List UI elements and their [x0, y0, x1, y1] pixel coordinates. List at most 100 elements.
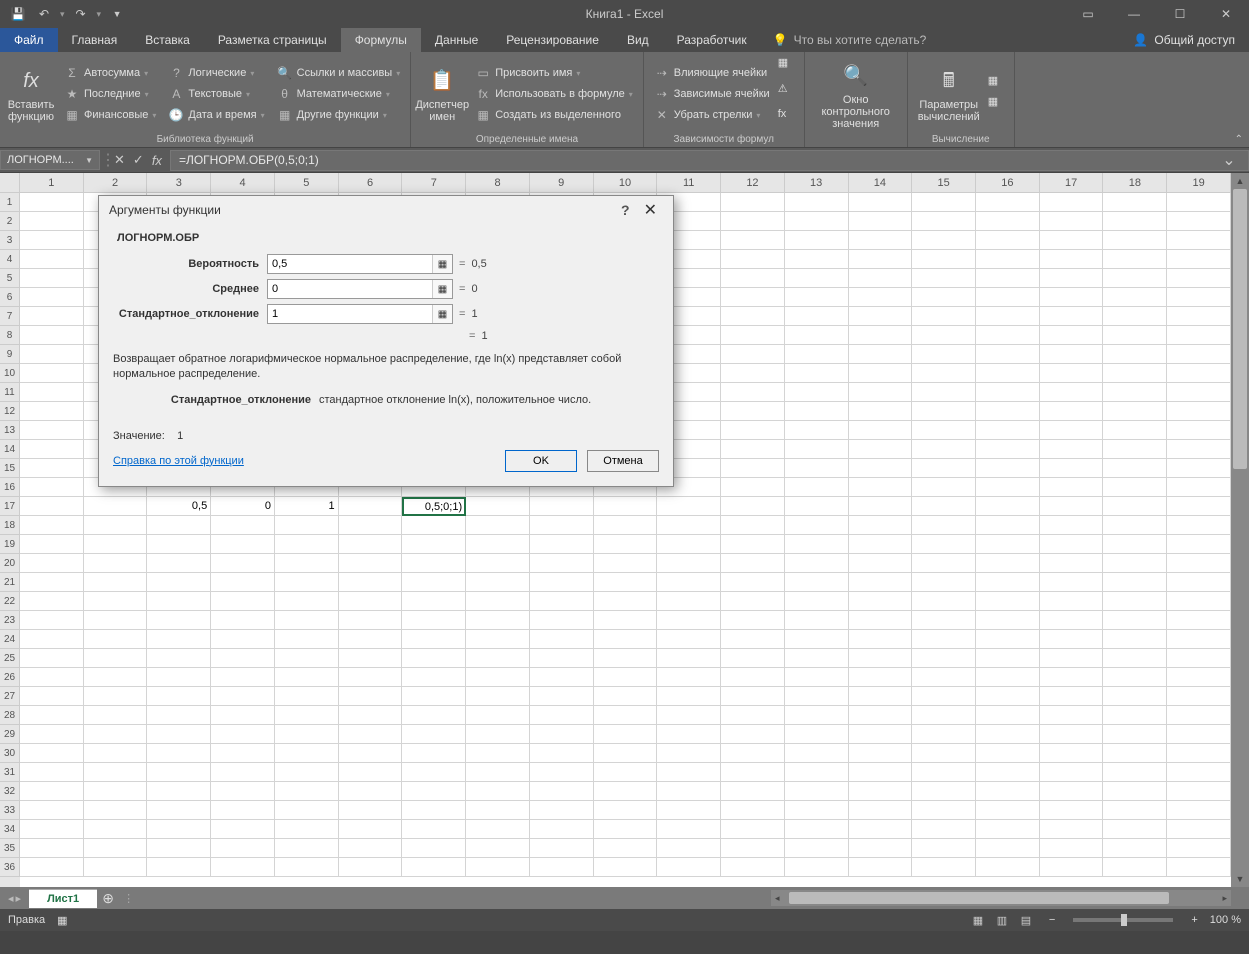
cell[interactable] — [976, 706, 1040, 725]
row-header[interactable]: 18 — [0, 516, 20, 535]
cell[interactable] — [721, 231, 785, 250]
horizontal-scrollbar[interactable]: ◂ ▸ — [771, 890, 1231, 906]
cell[interactable] — [912, 801, 976, 820]
tab-data[interactable]: Данные — [421, 28, 492, 52]
cell[interactable] — [84, 649, 148, 668]
cell[interactable] — [84, 497, 148, 516]
cell[interactable] — [657, 744, 721, 763]
cell[interactable] — [1103, 193, 1167, 212]
chevron-down-icon[interactable]: ▼ — [85, 156, 93, 165]
cell[interactable] — [785, 630, 849, 649]
cell[interactable] — [84, 820, 148, 839]
row-header[interactable]: 9 — [0, 345, 20, 364]
cell[interactable] — [721, 706, 785, 725]
cell[interactable] — [657, 820, 721, 839]
cell[interactable] — [594, 611, 658, 630]
create-from-selection-button[interactable]: ▦Создать из выделенного — [471, 105, 637, 125]
cell[interactable] — [721, 516, 785, 535]
cell[interactable] — [1167, 402, 1231, 421]
cell[interactable] — [785, 687, 849, 706]
cell[interactable] — [976, 440, 1040, 459]
cell[interactable] — [721, 858, 785, 877]
cell[interactable] — [912, 459, 976, 478]
row-header[interactable]: 27 — [0, 687, 20, 706]
row-header[interactable]: 3 — [0, 231, 20, 250]
cell[interactable] — [912, 326, 976, 345]
column-header[interactable]: 14 — [849, 173, 913, 193]
cell[interactable] — [147, 706, 211, 725]
cell[interactable] — [1040, 326, 1104, 345]
cell[interactable] — [211, 763, 275, 782]
cell[interactable] — [275, 858, 339, 877]
cell[interactable] — [1167, 744, 1231, 763]
cell[interactable] — [275, 687, 339, 706]
scroll-down-icon[interactable]: ▼ — [1231, 871, 1249, 887]
cell[interactable] — [785, 763, 849, 782]
cell[interactable] — [275, 535, 339, 554]
cell[interactable] — [1040, 668, 1104, 687]
cell[interactable] — [976, 250, 1040, 269]
cell[interactable] — [1040, 478, 1104, 497]
cell[interactable] — [1040, 744, 1104, 763]
cell[interactable] — [1167, 193, 1231, 212]
cell[interactable] — [1103, 744, 1167, 763]
cell[interactable] — [84, 516, 148, 535]
cell[interactable] — [1103, 440, 1167, 459]
assign-name-button[interactable]: ▭Присвоить имя ▾ — [471, 63, 637, 83]
sheet-nav-next-icon[interactable]: ▸ — [16, 892, 22, 905]
cell[interactable] — [721, 630, 785, 649]
cell[interactable] — [147, 554, 211, 573]
cell[interactable] — [20, 269, 84, 288]
cell[interactable] — [1167, 820, 1231, 839]
cell[interactable] — [402, 573, 466, 592]
cell[interactable] — [211, 630, 275, 649]
cell[interactable] — [211, 554, 275, 573]
minimize-icon[interactable]: — — [1111, 0, 1157, 28]
cancel-button[interactable]: Отмена — [587, 450, 659, 472]
cell[interactable] — [849, 307, 913, 326]
cell[interactable] — [339, 763, 403, 782]
cell[interactable] — [466, 516, 530, 535]
cell[interactable] — [275, 668, 339, 687]
row-header[interactable]: 36 — [0, 858, 20, 877]
cell[interactable] — [402, 516, 466, 535]
tab-insert[interactable]: Вставка — [131, 28, 204, 52]
cell[interactable] — [849, 649, 913, 668]
cell[interactable] — [339, 687, 403, 706]
cell[interactable] — [530, 801, 594, 820]
cell[interactable] — [84, 725, 148, 744]
cell[interactable] — [976, 307, 1040, 326]
cell[interactable] — [530, 763, 594, 782]
cell[interactable] — [147, 744, 211, 763]
trace-precedents-button[interactable]: ⇢Влияющие ячейки — [650, 63, 774, 83]
cell[interactable] — [20, 763, 84, 782]
cell[interactable] — [1167, 345, 1231, 364]
row-header[interactable]: 12 — [0, 402, 20, 421]
row-header[interactable]: 15 — [0, 459, 20, 478]
dialog-titlebar[interactable]: Аргументы функции ? ✕ — [99, 196, 673, 224]
row-header[interactable]: 28 — [0, 706, 20, 725]
cell[interactable] — [402, 858, 466, 877]
cell[interactable] — [912, 497, 976, 516]
cell[interactable] — [466, 630, 530, 649]
cell[interactable] — [1103, 706, 1167, 725]
cell[interactable] — [721, 402, 785, 421]
cell[interactable] — [849, 801, 913, 820]
tab-formulas[interactable]: Формулы — [341, 28, 421, 52]
tab-pagelayout[interactable]: Разметка страницы — [204, 28, 341, 52]
cell[interactable] — [402, 535, 466, 554]
share-button[interactable]: 👤 Общий доступ — [1119, 28, 1249, 52]
watch-window-button[interactable]: 🔍 Окно контрольного значения — [811, 56, 901, 134]
cell[interactable] — [1040, 630, 1104, 649]
cell[interactable] — [211, 725, 275, 744]
cell[interactable] — [20, 611, 84, 630]
cell[interactable] — [912, 535, 976, 554]
cell[interactable] — [84, 592, 148, 611]
cell[interactable] — [721, 326, 785, 345]
cell[interactable] — [657, 630, 721, 649]
cell[interactable] — [402, 687, 466, 706]
cell[interactable] — [20, 744, 84, 763]
row-header[interactable]: 19 — [0, 535, 20, 554]
cell[interactable] — [1040, 687, 1104, 706]
cell[interactable] — [976, 402, 1040, 421]
